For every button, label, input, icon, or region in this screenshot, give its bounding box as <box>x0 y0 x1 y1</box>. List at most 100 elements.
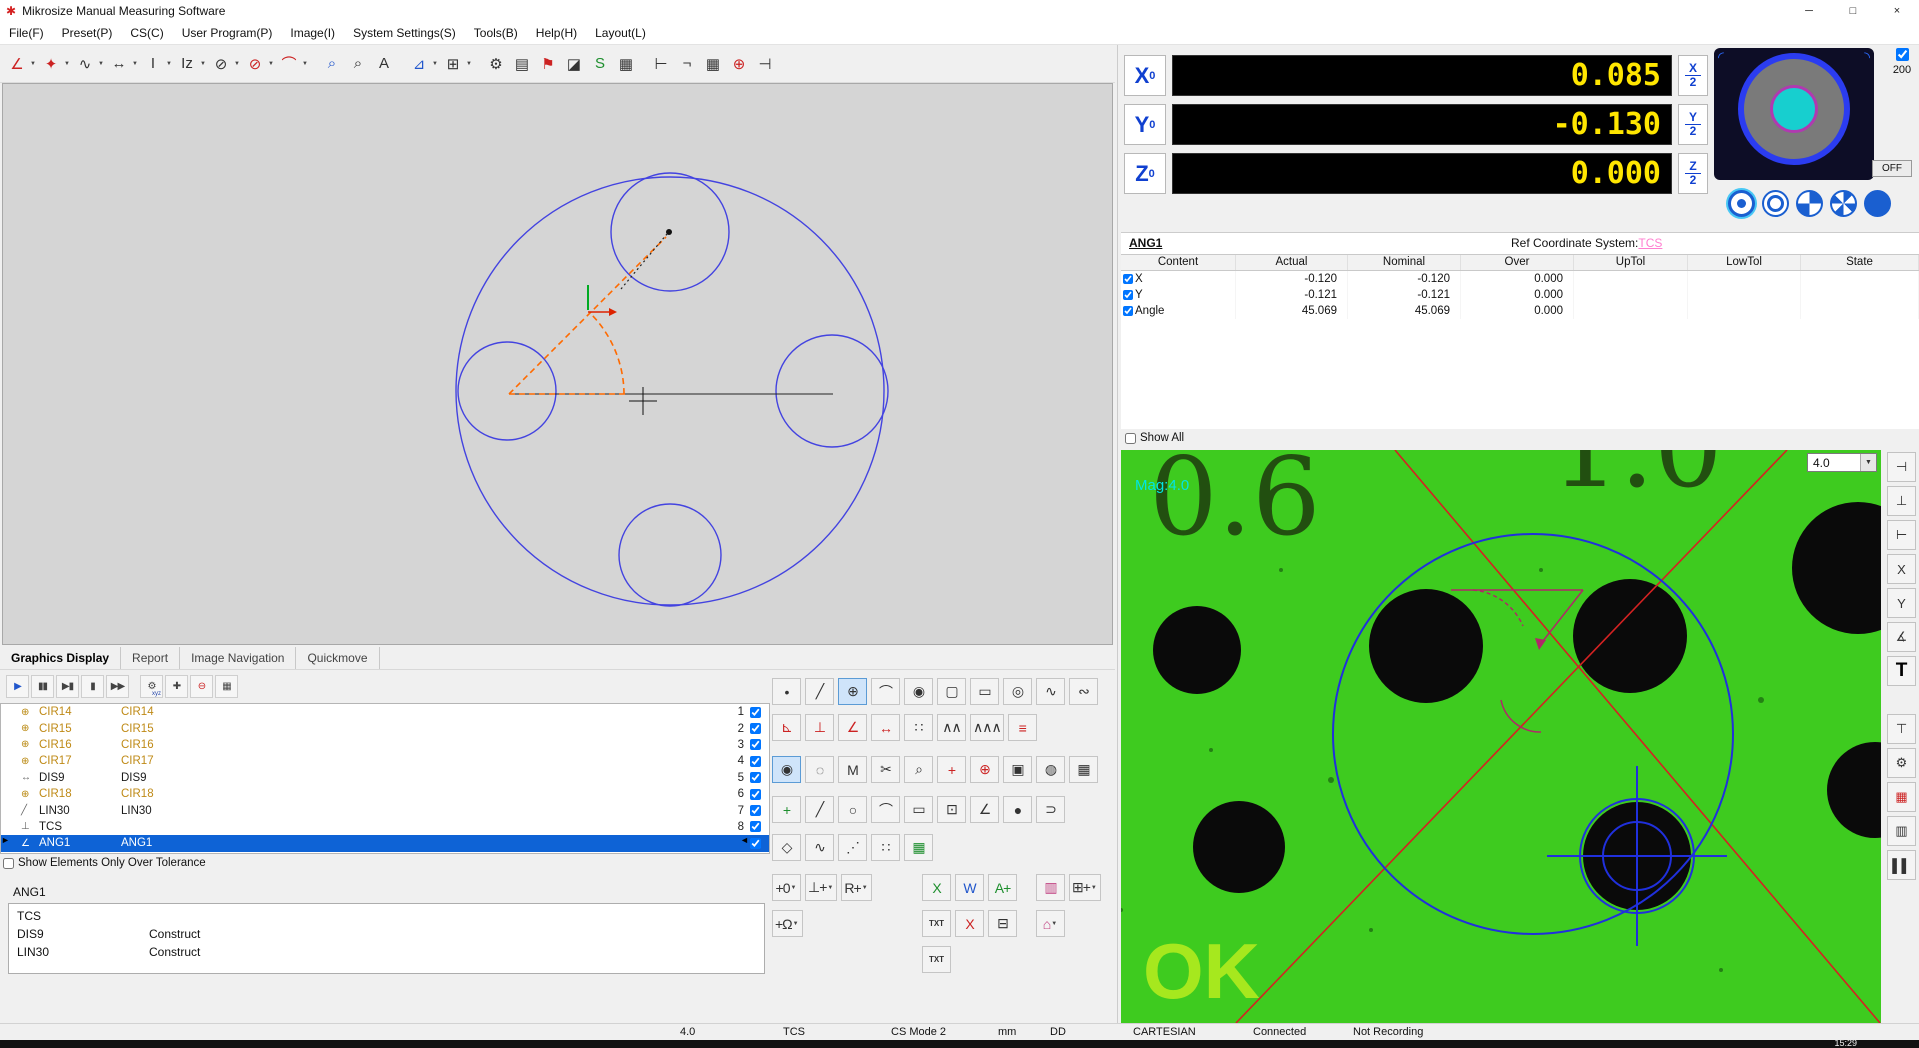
probe-target-button[interactable]: ⊕ <box>970 756 999 783</box>
measure-slot-button[interactable]: ▭ <box>970 678 999 705</box>
red-circle-tool-button[interactable]: ⊘▼ <box>242 50 276 78</box>
rt-text-annotate-button[interactable]: T <box>1887 656 1916 686</box>
chevron-down-icon[interactable]: ▼ <box>131 61 139 67</box>
element-visible-checkbox[interactable] <box>750 805 761 816</box>
rt-dim-right-button[interactable]: ⊢ <box>1887 520 1916 550</box>
fill-tool-button[interactable]: ◪ <box>561 50 587 78</box>
probe-scan-button[interactable]: ◍ <box>1036 756 1065 783</box>
row-checkbox[interactable] <box>1123 274 1133 284</box>
relation-profile-button[interactable]: ∧∧ <box>937 714 966 741</box>
row-checkbox[interactable] <box>1123 290 1133 300</box>
construct-angle-button[interactable]: ∠ <box>970 796 999 823</box>
light-mode-segment-button[interactable] <box>1830 190 1857 217</box>
relation-parallel-button[interactable]: ≡ <box>1008 714 1037 741</box>
x-axis-half-button[interactable]: X2 <box>1678 55 1708 96</box>
tab-quickmove[interactable]: Quickmove <box>296 647 379 669</box>
close-button[interactable]: × <box>1875 0 1919 22</box>
export-excel-button[interactable]: X <box>922 874 951 901</box>
chevron-down-icon[interactable]: ▼ <box>826 885 834 891</box>
cs-rotate-button[interactable]: R+▼ <box>841 874 871 901</box>
rt-dim-left-button[interactable]: ⊣ <box>1887 452 1916 482</box>
element-row-lin30[interactable]: ╱LIN30LIN307 <box>1 802 769 818</box>
menu-help[interactable]: Help(H) <box>527 22 586 45</box>
export-grid-button[interactable]: ⊞+▼ <box>1069 874 1101 901</box>
ref-cs-value[interactable]: TCS <box>1638 236 1662 250</box>
dim-horizontal-tool-button[interactable]: ⊣ <box>752 50 778 78</box>
rt-barcode-button[interactable]: ▌▌ <box>1887 850 1916 880</box>
construct-points-button[interactable]: ⋰ <box>838 834 867 861</box>
measure-ring-button[interactable]: ◎ <box>1003 678 1032 705</box>
column-header-over[interactable]: Over <box>1461 255 1574 270</box>
element-row-cir18[interactable]: ⊕CIR18CIR186 <box>1 786 769 802</box>
export-dxf-button[interactable]: ⊟ <box>988 910 1017 937</box>
iz-tool-button[interactable]: Iz▼ <box>174 50 208 78</box>
s-tool-button[interactable]: S <box>587 50 613 78</box>
menu-cs[interactable]: CS(C) <box>121 22 172 45</box>
grid-tool-button[interactable]: ▦ <box>613 50 639 78</box>
construct-symmetry-button[interactable]: ◇ <box>772 834 801 861</box>
export-txt-button[interactable]: TXT <box>922 910 951 937</box>
export-report-button[interactable]: A+ <box>988 874 1017 901</box>
show-all-checkbox[interactable] <box>1125 433 1136 444</box>
menu-layout[interactable]: Layout(L) <box>586 22 655 45</box>
light-ring-disc[interactable] <box>1738 53 1850 165</box>
measure-point-button[interactable]: • <box>772 678 801 705</box>
chevron-down-icon[interactable]: ▼ <box>267 61 275 67</box>
step-button-button[interactable]: ▶▮ <box>56 675 79 698</box>
play-button-button[interactable]: ▶ <box>6 675 29 698</box>
light-mode-quadrant-button[interactable] <box>1796 190 1823 217</box>
x-axis-zero-button[interactable]: X0 <box>1124 55 1166 96</box>
minimize-button[interactable]: ─ <box>1787 0 1831 22</box>
construct-rect-button[interactable]: ⊡ <box>937 796 966 823</box>
y-axis-zero-button[interactable]: Y0 <box>1124 104 1166 145</box>
distance-tool-button[interactable]: ↔▼ <box>106 50 140 78</box>
height-tool-button[interactable]: I▼ <box>140 50 174 78</box>
construct-curve-button[interactable]: ∿ <box>805 834 834 861</box>
export-word-button[interactable]: W <box>955 874 984 901</box>
circle-tool-button[interactable]: ⊘▼ <box>208 50 242 78</box>
measure-line-button[interactable]: ╱ <box>805 678 834 705</box>
element-row-ang1[interactable]: ∠ANG1ANG1 <box>1 835 769 851</box>
dim-chain-tool-button[interactable]: ¬ <box>674 50 700 78</box>
column-header-content[interactable]: Content <box>1121 255 1236 270</box>
chevron-down-icon[interactable]: ▼ <box>431 61 439 67</box>
cs-measure-button[interactable]: +Ω▼ <box>772 910 803 937</box>
relation-angle-arc-button[interactable]: ⊾ <box>772 714 801 741</box>
layers-tool-button[interactable]: ▤ <box>509 50 535 78</box>
construct-point-button[interactable]: + <box>772 796 801 823</box>
construct-matrix-button[interactable]: ▦ <box>904 834 933 861</box>
target-tool-button[interactable]: ⊕ <box>726 50 752 78</box>
measured-circles[interactable] <box>456 173 888 606</box>
light-mode-full-button[interactable] <box>1864 190 1891 217</box>
element-visible-checkbox[interactable] <box>750 772 761 783</box>
element-visible-checkbox[interactable] <box>750 756 761 767</box>
cs-zero-button[interactable]: +0▼ <box>772 874 801 901</box>
exclude-button-button[interactable]: ⊖ <box>190 675 213 698</box>
menu-image[interactable]: Image(I) <box>281 22 344 45</box>
grid-align-tool-button[interactable]: ⊞▼ <box>440 50 474 78</box>
probe-image-button[interactable]: ▣ <box>1003 756 1032 783</box>
point-tool-button[interactable]: ✦▼ <box>38 50 72 78</box>
chevron-down-icon[interactable]: ▼ <box>789 885 797 891</box>
camera-zoom-select[interactable]: 4.0 ▼ <box>1807 453 1877 472</box>
tolerance-filter[interactable]: Show Elements Only Over Tolerance <box>3 857 206 869</box>
calc-button-button[interactable]: ▦ <box>215 675 238 698</box>
light-mode-ring-button[interactable] <box>1762 190 1789 217</box>
probe-path-button-button[interactable]: ✚ <box>165 675 188 698</box>
probe-trim-button[interactable]: ✂ <box>871 756 900 783</box>
adjust-xyz-button-button[interactable]: ⚙xyz <box>140 675 163 698</box>
table-tool-button[interactable]: ▦ <box>700 50 726 78</box>
probe-auto-button[interactable]: ◉ <box>772 756 801 783</box>
element-visible-checkbox[interactable] <box>750 739 761 750</box>
align-tool-button[interactable]: ⊿▼ <box>406 50 440 78</box>
chevron-down-icon[interactable]: ▼ <box>1090 885 1098 891</box>
zoom-in-tool-button[interactable]: ⌕ <box>319 50 345 78</box>
column-header-uptol[interactable]: UpTol <box>1574 255 1688 270</box>
column-header-actual[interactable]: Actual <box>1236 255 1348 270</box>
arc-tool-button[interactable]: ⌒▼ <box>276 50 310 78</box>
element-row-cir17[interactable]: ⊕CIR17CIR174 <box>1 753 769 769</box>
text-tool-button[interactable]: A <box>371 50 397 78</box>
chevron-down-icon[interactable]: ▼ <box>199 61 207 67</box>
construct-circle-button[interactable]: ○ <box>838 796 867 823</box>
graphics-display-canvas[interactable] <box>2 83 1113 645</box>
